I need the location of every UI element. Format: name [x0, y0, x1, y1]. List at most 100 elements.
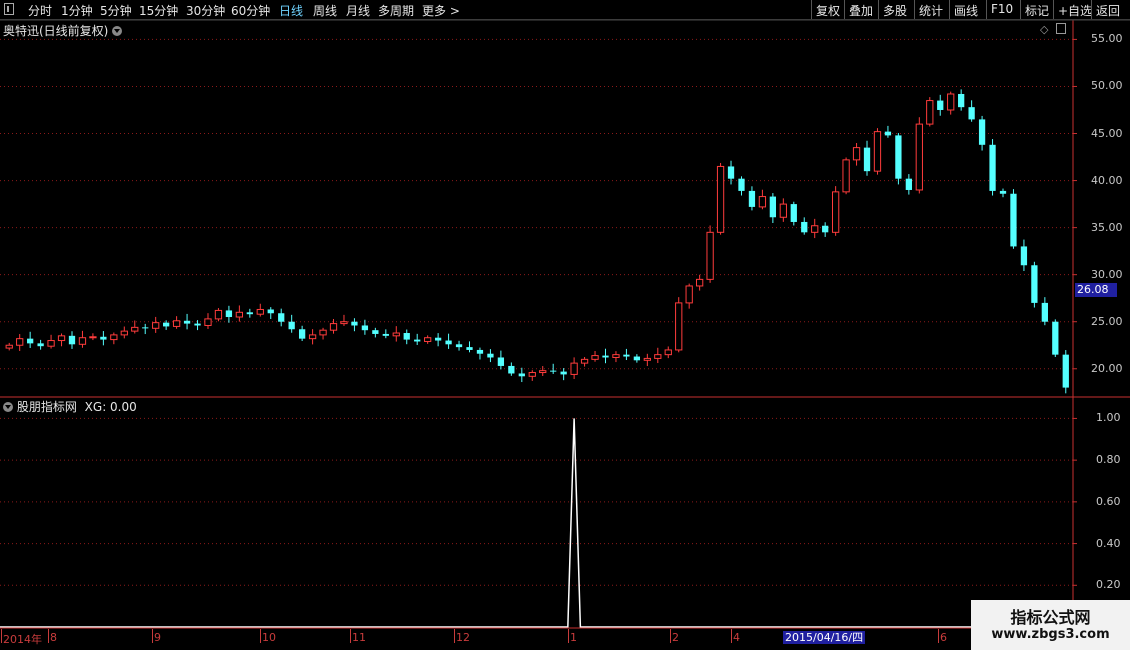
candle-body	[518, 373, 525, 377]
candle-body	[424, 337, 432, 342]
candle-body	[288, 321, 295, 330]
candle-body	[403, 333, 410, 340]
candle-body	[947, 93, 955, 111]
candle-body	[727, 166, 735, 179]
candle-body	[528, 372, 536, 377]
candle-body	[831, 191, 840, 233]
date-label: 1	[570, 631, 577, 644]
date-tick	[670, 629, 671, 643]
candle-body	[340, 321, 348, 325]
candle-body	[958, 93, 965, 108]
candle-body	[852, 147, 861, 161]
watermark: 指标公式网 www.zbgs3.com	[971, 600, 1130, 650]
date-tick	[350, 629, 351, 643]
date-label: 2014年	[3, 633, 42, 646]
candle-body	[267, 309, 274, 314]
candle-body	[926, 100, 934, 125]
candle-body	[580, 358, 589, 364]
candle-body	[120, 330, 128, 336]
candle-body	[738, 178, 745, 191]
candle-body	[539, 370, 547, 374]
price-tick-label: 40.00	[1091, 173, 1123, 187]
price-tick-label: 55.00	[1091, 32, 1123, 46]
candle-body	[758, 196, 767, 208]
date-label: 10	[262, 631, 276, 644]
candle-body	[1031, 265, 1038, 303]
date-label: 6	[940, 631, 947, 644]
kline-chart[interactable]	[0, 0, 1130, 650]
candle-body	[643, 357, 651, 361]
candle-body	[131, 326, 139, 332]
candle-body	[706, 231, 714, 280]
candle-body	[790, 204, 797, 222]
price-tick-label: 20.00	[1091, 361, 1123, 375]
candle-body	[937, 100, 944, 110]
candle-body	[5, 344, 13, 349]
candle-body	[591, 355, 599, 360]
candle-body	[308, 334, 317, 340]
candle-body	[183, 320, 191, 324]
date-tick	[568, 629, 569, 643]
candle-body	[487, 353, 494, 358]
price-tick-label: 45.00	[1091, 126, 1123, 140]
candle-body	[570, 362, 578, 375]
candle-body	[550, 370, 557, 372]
date-label: 9	[154, 631, 161, 644]
date-label: 4	[733, 631, 740, 644]
candle-body	[696, 278, 704, 287]
candle-body	[351, 321, 358, 326]
candle-body	[476, 349, 484, 354]
candle-body	[27, 338, 34, 344]
date-tick	[260, 629, 261, 643]
candle-body	[16, 338, 24, 346]
candle-body	[57, 335, 66, 342]
candle-body	[278, 313, 285, 322]
candle-body	[769, 196, 777, 218]
date-tick	[152, 629, 153, 643]
candle-body	[89, 336, 97, 339]
candle-body	[978, 119, 986, 145]
candle-body	[235, 311, 244, 318]
candle-body	[801, 221, 808, 233]
indicator-tick-label: 0.40	[1096, 536, 1121, 550]
candle-body	[654, 354, 662, 359]
candle-body	[225, 310, 233, 318]
xg-signal-line	[0, 418, 1073, 628]
candle-body	[372, 330, 379, 334]
candle-body	[968, 107, 975, 120]
candle-body	[382, 333, 389, 336]
candle-body	[246, 312, 253, 315]
date-tick	[938, 629, 939, 643]
candle-body	[842, 159, 850, 193]
date-tick	[48, 629, 49, 643]
price-tick-label: 50.00	[1091, 79, 1123, 93]
indicator-tick-label: 1.00	[1096, 411, 1121, 425]
candle-body	[497, 357, 505, 366]
candle-body	[822, 225, 829, 233]
candle-body	[214, 309, 223, 320]
candle-body	[329, 323, 338, 331]
candle-body	[361, 325, 369, 331]
candle-body	[110, 334, 118, 341]
candle-body	[1062, 354, 1069, 388]
candle-body	[78, 337, 87, 345]
candle-body	[633, 356, 641, 361]
candle-body	[602, 355, 609, 358]
candle-body	[716, 165, 725, 233]
candle-body	[915, 123, 923, 191]
candle-body	[298, 329, 306, 339]
candle-body	[675, 302, 683, 351]
date-label: 8	[50, 631, 57, 644]
date-label: 12	[456, 631, 470, 644]
current-price-tag: 26.08	[1075, 283, 1117, 297]
candle-body	[414, 339, 421, 342]
candle-body	[172, 320, 181, 327]
candle-body	[256, 308, 264, 315]
candle-body	[884, 131, 892, 136]
cursor-date-tag: 2015/04/16/四	[783, 631, 866, 644]
candle-body	[1041, 302, 1048, 322]
candle-body	[1052, 321, 1059, 355]
price-tick-label: 25.00	[1091, 314, 1123, 328]
candle-body	[100, 336, 107, 340]
candle-body	[445, 340, 452, 345]
